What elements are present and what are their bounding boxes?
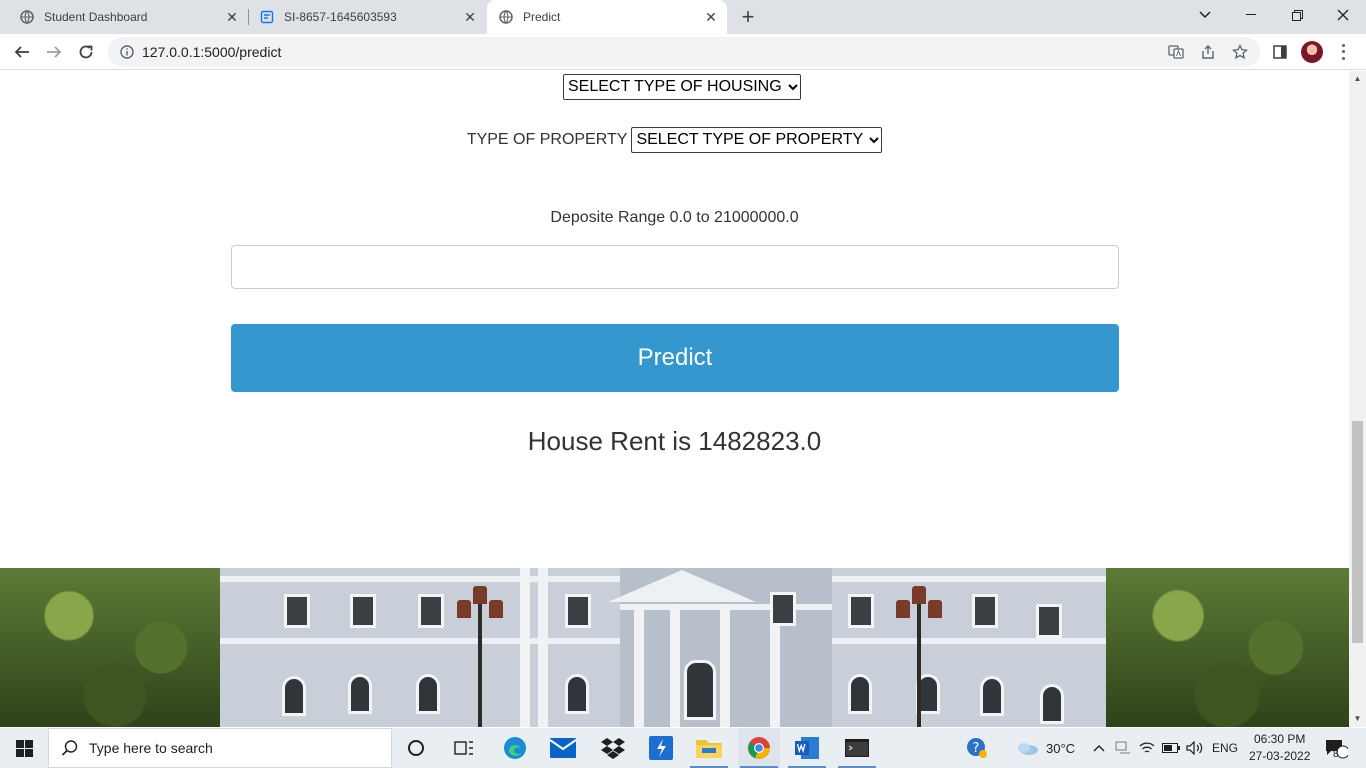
- tab-predict[interactable]: Predict ✕: [487, 0, 727, 34]
- battery-icon[interactable]: [1160, 728, 1182, 768]
- globe-icon: [499, 10, 513, 24]
- tab-si-document[interactable]: SI-8657-1645603593 ✕: [240, 0, 486, 34]
- taskbar-search-box[interactable]: Type here to search: [48, 728, 392, 768]
- scrollbar-thumb[interactable]: [1352, 421, 1363, 643]
- wifi-icon[interactable]: [1136, 728, 1158, 768]
- building-pediment: [608, 570, 756, 602]
- file-explorer-icon[interactable]: [688, 728, 730, 768]
- tab-label: Student Dashboard: [44, 10, 148, 24]
- volume-icon[interactable]: [1184, 728, 1206, 768]
- chrome-icon[interactable]: [738, 728, 780, 768]
- property-type-select[interactable]: SELECT TYPE OF PROPERTY: [631, 127, 883, 153]
- windows-start-icon[interactable]: [0, 728, 48, 768]
- deposit-input[interactable]: [231, 245, 1119, 289]
- clock-time[interactable]: 06:30 PM: [1254, 732, 1305, 746]
- terminal-icon[interactable]: [836, 728, 878, 768]
- predict-button[interactable]: Predict: [231, 324, 1119, 392]
- word-icon[interactable]: [786, 728, 828, 768]
- close-tab-icon[interactable]: ✕: [224, 9, 240, 25]
- trees-left: [0, 568, 230, 727]
- help-icon[interactable]: ?: [962, 728, 992, 768]
- site-info-icon[interactable]: [120, 45, 134, 59]
- building-right-wing: [832, 568, 1106, 727]
- profile-avatar[interactable]: [1301, 41, 1323, 63]
- page-content: SELECT TYPE OF HOUSING TYPE OF PROPERTY …: [0, 71, 1349, 727]
- housing-type-select-value: SELECT TYPE OF HOUSING: [568, 78, 782, 95]
- minimize-button[interactable]: [1228, 0, 1274, 30]
- url-text: 127.0.0.1:5000/predict: [142, 44, 282, 60]
- close-tab-icon[interactable]: ✕: [703, 9, 719, 25]
- restore-button[interactable]: [1274, 0, 1320, 30]
- app-icon[interactable]: [640, 728, 682, 768]
- globe-icon: [20, 10, 34, 24]
- tab-label: SI-8657-1645603593: [284, 10, 397, 24]
- mail-icon[interactable]: [542, 728, 584, 768]
- back-icon[interactable]: [8, 38, 36, 66]
- browser-toolbar: 127.0.0.1:5000/predict: [0, 34, 1366, 70]
- reload-icon[interactable]: [72, 38, 100, 66]
- dropbox-icon[interactable]: [592, 728, 634, 768]
- address-bar[interactable]: 127.0.0.1:5000/predict: [108, 37, 1260, 67]
- tab-student-dashboard[interactable]: Student Dashboard ✕: [0, 0, 248, 34]
- scroll-up-arrow-icon[interactable]: ▲: [1353, 74, 1362, 83]
- building-left-wing: [220, 568, 620, 727]
- cortana-icon[interactable]: [396, 728, 436, 768]
- property-type-label: TYPE OF PROPERTY: [466, 131, 628, 148]
- browser-tab-strip: Student Dashboard ✕ SI-8657-1645603593 ✕…: [0, 0, 1366, 34]
- search-icon: [61, 739, 79, 757]
- property-type-select-value: SELECT TYPE OF PROPERTY: [636, 131, 864, 148]
- tab-search-icon[interactable]: [1182, 0, 1228, 30]
- clock-date[interactable]: 27-03-2022: [1249, 749, 1310, 763]
- chevron-down-icon: [869, 133, 879, 147]
- tab-label: Predict: [523, 10, 561, 24]
- new-tab-button[interactable]: +: [736, 4, 760, 29]
- house-banner-image: [0, 568, 1349, 727]
- document-icon: [260, 10, 274, 24]
- search-placeholder: Type here to search: [89, 740, 213, 756]
- network-dialog-icon[interactable]: [1112, 728, 1134, 768]
- chevron-down-icon: [787, 80, 798, 94]
- close-tab-icon[interactable]: ✕: [462, 9, 478, 25]
- show-hidden-icons[interactable]: [1090, 728, 1108, 768]
- trees-right: [1105, 568, 1349, 727]
- side-panel-icon[interactable]: [1270, 42, 1290, 62]
- housing-type-select[interactable]: SELECT TYPE OF HOUSING: [563, 74, 801, 100]
- street-lamp: [917, 598, 921, 727]
- language-indicator[interactable]: ENG: [1212, 741, 1238, 755]
- browser-menu-icon[interactable]: [1337, 42, 1349, 62]
- page-scrollbar[interactable]: ▲ ▼: [1349, 71, 1366, 727]
- street-lamp: [478, 598, 482, 727]
- weather-temperature[interactable]: 30°C: [1046, 741, 1075, 756]
- notification-center-icon[interactable]: [1318, 728, 1354, 768]
- weather-icon: [1012, 728, 1042, 768]
- deposit-range-label: Deposite Range 0.0 to 21000000.0: [550, 209, 799, 226]
- svg-text:?: ?: [973, 741, 980, 756]
- edge-icon[interactable]: [494, 728, 536, 768]
- notification-count-badge: 8: [1333, 749, 1339, 760]
- task-view-icon[interactable]: [444, 728, 484, 768]
- forward-icon[interactable]: [40, 38, 68, 66]
- windows-taskbar: Type here to search ? 30°C ENG 06:30 PM …: [0, 728, 1366, 768]
- bookmark-star-icon[interactable]: [1230, 42, 1250, 62]
- translate-icon[interactable]: [1166, 42, 1186, 62]
- share-icon[interactable]: [1198, 42, 1218, 62]
- close-window-button[interactable]: [1320, 0, 1366, 30]
- prediction-result: House Rent is 1482823.0: [527, 426, 822, 456]
- scroll-down-arrow-icon[interactable]: ▼: [1353, 714, 1362, 723]
